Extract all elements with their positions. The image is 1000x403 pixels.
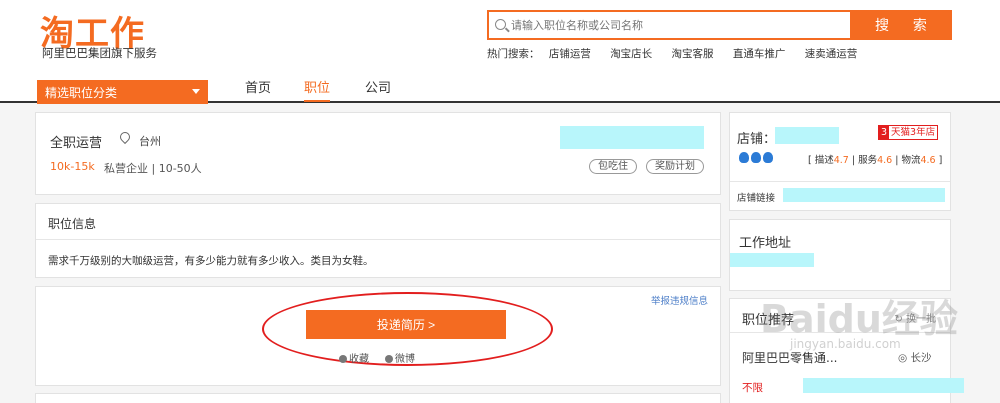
apply-resume-button[interactable]: 投递简历 > xyxy=(306,310,506,339)
baidu-watermark-url: jingyan.baidu.com xyxy=(790,337,901,351)
logistics-score: 4.6 xyxy=(920,155,936,166)
hot-search-term[interactable]: 淘宝店长 xyxy=(610,48,652,60)
tmall-badge-text: 天猫3年店 xyxy=(891,127,936,138)
desc-score: 4.7 xyxy=(833,155,849,166)
redacted-address xyxy=(730,253,814,267)
report-link[interactable]: 举报违规信息 xyxy=(651,293,708,307)
weibo-share-button[interactable]: 微博 xyxy=(385,350,415,365)
hot-search-label: 热门搜索： xyxy=(487,48,540,60)
shop-link-label: 店铺链接 xyxy=(737,193,776,204)
search-button[interactable]: 搜 索 xyxy=(852,10,952,40)
baidu-watermark: Baidu经验 xyxy=(760,297,958,341)
redacted-shop-name xyxy=(775,127,839,144)
hot-search-term[interactable]: 直通车推广 xyxy=(733,48,786,60)
logo-tagline: 阿里巴巴集团旗下服务 xyxy=(42,46,157,60)
shop-label: 店铺： xyxy=(737,132,777,147)
crown-icon xyxy=(739,152,749,163)
hot-search-term[interactable]: 店铺运营 xyxy=(549,48,591,60)
hot-search-term[interactable]: 速卖通运营 xyxy=(805,48,858,60)
work-address-panel: 工作地址 xyxy=(729,219,951,291)
job-category-label: 精选职位分类 xyxy=(45,86,118,100)
site-header: 淘工作 阿里巴巴集团旗下服务 搜 索 热门搜索： 店铺运营 淘宝店长 淘宝客服 … xyxy=(0,0,1000,104)
location-pin-icon xyxy=(117,129,133,145)
recommended-job-title[interactable]: 阿里巴巴零售通... xyxy=(742,349,837,366)
heart-icon xyxy=(339,355,347,363)
redacted-company-name xyxy=(560,126,704,149)
recommended-city-label: 长沙 xyxy=(910,352,932,364)
hot-search-term[interactable]: 淘宝客服 xyxy=(672,48,714,60)
job-info-title: 职位信息 xyxy=(48,217,97,231)
collect-label: 收藏 xyxy=(349,354,369,365)
company-meta: 私营企业 | 10-50人 xyxy=(104,162,202,175)
job-city: 台州 xyxy=(139,135,161,148)
collect-button[interactable]: 收藏 xyxy=(339,350,369,365)
service-label: | 服务 xyxy=(848,155,878,166)
job-category-dropdown[interactable]: 精选职位分类 xyxy=(37,80,208,104)
benefit-tag: 包吃住 xyxy=(589,159,637,174)
tmall-badge-number: 3 xyxy=(879,126,890,139)
shop-panel: 店铺： 3 天猫3年店 [ 描述4.7 | 服务4.6 | 物流4.6 ] 店铺链… xyxy=(729,112,951,211)
job-salary: 10k-15k xyxy=(50,160,95,173)
apply-panel: 举报违规信息 投递简历 > 收藏 微博 xyxy=(35,286,721,386)
tab-company[interactable]: 公司 xyxy=(365,77,391,102)
hot-search-list: 热门搜索： 店铺运营 淘宝店长 淘宝客服 直通车推广 速卖通运营 xyxy=(487,46,873,61)
ratings-close: ] xyxy=(935,155,943,166)
divider xyxy=(730,181,950,182)
redacted-company xyxy=(803,378,964,393)
logistics-label: | 物流 xyxy=(892,155,921,166)
location-pin-icon: ◎ xyxy=(898,352,911,364)
search-box xyxy=(487,10,852,40)
page: 淘工作 阿里巴巴集团旗下服务 搜 索 热门搜索： 店铺运营 淘宝店长 淘宝客服 … xyxy=(0,0,1000,403)
next-panel xyxy=(35,393,721,403)
recommended-job-city: ◎ 长沙 xyxy=(898,350,932,365)
service-score: 4.6 xyxy=(877,155,893,166)
chevron-down-icon xyxy=(192,89,200,94)
tab-home[interactable]: 首页 xyxy=(245,77,271,102)
tab-jobs[interactable]: 职位 xyxy=(304,77,331,102)
search-icon xyxy=(495,19,506,30)
redacted-shop-link[interactable] xyxy=(783,188,945,202)
benefit-tag: 奖励计划 xyxy=(646,159,704,174)
job-title: 全职运营 xyxy=(50,136,103,151)
work-address-title: 工作地址 xyxy=(739,236,792,251)
tmall-badge: 3 天猫3年店 xyxy=(878,125,939,140)
crown-icon xyxy=(763,152,773,163)
job-summary-panel: 全职运营 台州 10k-15k 私营企业 | 10-50人 包吃住 奖励计划 xyxy=(35,112,721,195)
job-info-panel: 职位信息 需求千万级别的大咖级运营，有多少能力就有多少收入。类目为女鞋。 xyxy=(35,203,721,278)
shop-ratings: [ 描述4.7 | 服务4.6 | 物流4.6 ] xyxy=(808,152,942,166)
job-description: 需求千万级别的大咖级运营，有多少能力就有多少收入。类目为女鞋。 xyxy=(48,255,374,267)
crown-icon xyxy=(751,152,761,163)
search-input[interactable] xyxy=(511,15,841,35)
recommended-job-salary: 不限 xyxy=(742,382,763,394)
weibo-label: 微博 xyxy=(395,354,415,365)
divider xyxy=(36,239,720,240)
ratings-open: [ 描述 xyxy=(808,155,834,166)
weibo-icon xyxy=(385,355,393,363)
